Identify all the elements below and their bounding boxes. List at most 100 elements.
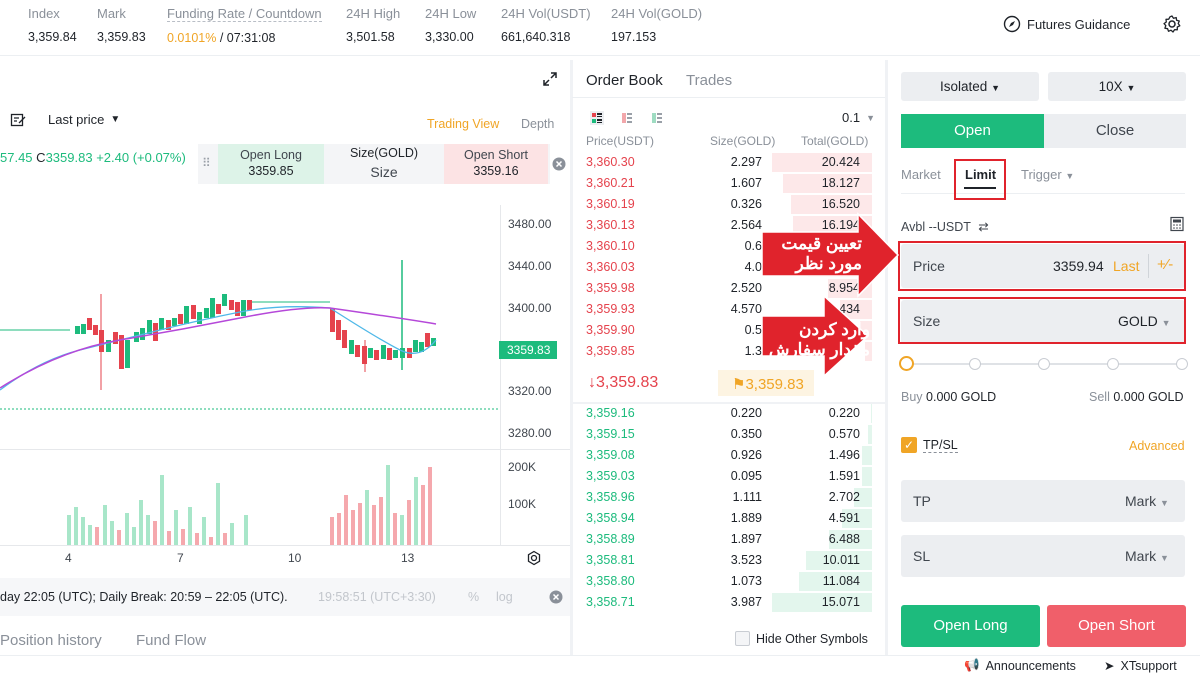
tab-trades[interactable]: Trades	[686, 72, 732, 89]
chart-size-input[interactable]: Size(GOLD) Size	[326, 144, 442, 184]
bid-row[interactable]: 3,358.96 1.111 2.702	[572, 487, 872, 508]
futures-guidance-label[interactable]: Futures Guidance	[1027, 17, 1130, 32]
row-price[interactable]: 3,360.19	[586, 197, 635, 211]
tpsl-label[interactable]: TP/SL	[923, 438, 958, 453]
slider-step-100[interactable]	[1176, 358, 1188, 370]
row-price[interactable]: 3,358.80	[586, 574, 635, 588]
tab-trigger[interactable]: Trigger ▼	[1021, 167, 1074, 182]
row-price[interactable]: 3,359.85	[586, 344, 635, 358]
edit-note-icon[interactable]	[10, 112, 26, 128]
close-tab[interactable]: Close	[1044, 114, 1186, 148]
tp-trigger-label: Mark	[1125, 493, 1157, 509]
margin-mode-select[interactable]: Isolated ▼	[901, 72, 1039, 101]
leverage-select[interactable]: 10X ▼	[1048, 72, 1186, 101]
precision-select[interactable]: 0.1 ▼	[842, 110, 875, 125]
tp-trigger-select[interactable]: Mark ▼	[1125, 493, 1169, 509]
slider-step-50[interactable]	[1038, 358, 1050, 370]
row-price[interactable]: 3,359.03	[586, 469, 635, 483]
support-link[interactable]: ➤ XTsupport	[1104, 658, 1177, 674]
percent-toggle[interactable]: %	[468, 590, 479, 604]
bid-row[interactable]: 3,358.81 3.523 10.011	[572, 550, 872, 571]
bid-row[interactable]: 3,359.03 0.095 1.591	[572, 466, 872, 487]
expand-icon[interactable]	[543, 72, 557, 86]
price-type-select[interactable]: Last price ▼	[48, 112, 120, 127]
tp-input[interactable]: TP Mark ▼	[901, 480, 1185, 522]
bid-row[interactable]: 3,359.15 0.350 0.570	[572, 424, 872, 445]
tab-position-history[interactable]: Position history	[0, 632, 102, 649]
advanced-link[interactable]: Advanced	[1129, 439, 1185, 453]
futures-guidance-link[interactable]: Futures Guidance	[1003, 14, 1130, 34]
row-price[interactable]: 3,358.96	[586, 490, 635, 504]
row-price[interactable]: 3,358.89	[586, 532, 635, 546]
ask-row[interactable]: 3,360.30 2.297 20.424	[572, 152, 872, 173]
precision-value[interactable]: 0.1	[842, 110, 860, 125]
sl-input[interactable]: SL Mark ▼	[901, 535, 1185, 577]
sl-trigger-label: Mark	[1125, 548, 1157, 564]
open-tab[interactable]: Open	[901, 114, 1044, 148]
sl-trigger-select[interactable]: Mark ▼	[1125, 548, 1169, 564]
open-long-button[interactable]: Open Long	[901, 605, 1040, 647]
row-price[interactable]: 3,358.71	[586, 595, 635, 609]
funding-label[interactable]: Funding Rate / Countdown	[167, 6, 322, 22]
row-total: 6.488	[828, 532, 860, 546]
tab-order-book[interactable]: Order Book	[586, 72, 663, 89]
row-price[interactable]: 3,359.16	[586, 406, 635, 420]
row-price[interactable]: 3,360.21	[586, 176, 635, 190]
transfer-icon[interactable]: ⇄	[978, 220, 988, 234]
row-price[interactable]: 3,358.81	[586, 553, 635, 567]
bid-row[interactable]: 3,358.89 1.897 6.488	[572, 529, 872, 550]
candle	[184, 306, 189, 324]
tab-fund-flow[interactable]: Fund Flow	[136, 632, 206, 649]
gear-icon[interactable]	[1162, 14, 1182, 34]
layout-bids-icon[interactable]	[650, 111, 664, 125]
close-icon[interactable]	[552, 157, 566, 171]
row-price[interactable]: 3,360.30	[586, 155, 635, 169]
bid-row[interactable]: 3,359.16 0.220 0.220	[572, 403, 872, 424]
slider-step-25[interactable]	[969, 358, 981, 370]
row-size: 0.095	[730, 469, 762, 483]
chart-open-short-button[interactable]: Open Short 3359.16	[444, 144, 548, 184]
trading-view-tab[interactable]: Trading View	[427, 117, 499, 131]
row-price[interactable]: 3,359.08	[586, 448, 635, 462]
layout-asks-icon[interactable]	[620, 111, 634, 125]
checkbox-box[interactable]	[735, 631, 750, 646]
tab-market[interactable]: Market	[901, 167, 941, 182]
hide-other-symbols-label[interactable]: Hide Other Symbols	[756, 632, 868, 646]
bid-row[interactable]: 3,358.71 3.987 15.071	[572, 592, 872, 613]
row-price[interactable]: 3,359.93	[586, 302, 635, 316]
candlestick-chart[interactable]	[0, 190, 500, 450]
row-price[interactable]: 3,359.90	[586, 323, 635, 337]
available-balance: Avbl --USDT ⇄	[901, 219, 989, 234]
chart-open-long-button[interactable]: Open Long 3359.85	[218, 144, 324, 184]
row-price[interactable]: 3,358.94	[586, 511, 635, 525]
row-price[interactable]: 3,360.10	[586, 239, 635, 253]
close-icon[interactable]	[549, 590, 563, 604]
checkmark-icon[interactable]: ✓	[901, 437, 917, 453]
log-toggle[interactable]: log	[496, 590, 513, 604]
tpsl-checkbox[interactable]: ✓ TP/SL	[901, 437, 958, 453]
current-price-tag: 3359.83	[499, 341, 557, 359]
support-label[interactable]: XTsupport	[1120, 659, 1176, 673]
calculator-icon[interactable]	[1169, 216, 1185, 232]
announcements-label[interactable]: Announcements	[986, 659, 1076, 673]
funding-stat[interactable]: Funding Rate / Countdown 0.0101% / 07:31…	[167, 6, 322, 45]
row-price[interactable]: 3,360.13	[586, 218, 635, 232]
price-type-label[interactable]: Last price	[48, 112, 104, 127]
slider-step-75[interactable]	[1107, 358, 1119, 370]
hide-other-symbols-checkbox[interactable]: Hide Other Symbols	[735, 631, 868, 646]
layout-both-icon[interactable]	[590, 111, 604, 125]
depth-tab[interactable]: Depth	[521, 117, 554, 131]
row-price[interactable]: 3,359.98	[586, 281, 635, 295]
bid-row[interactable]: 3,358.94 1.889 4.591	[572, 508, 872, 529]
settings-icon[interactable]	[526, 550, 542, 566]
bid-row[interactable]: 3,359.08 0.926 1.496	[572, 445, 872, 466]
candle	[235, 302, 240, 316]
drag-handle-icon[interactable]: ⠿	[202, 156, 211, 170]
row-price[interactable]: 3,360.03	[586, 260, 635, 274]
announcements-link[interactable]: 📢 Announcements	[964, 658, 1076, 673]
row-price[interactable]: 3,359.15	[586, 427, 635, 441]
bid-row[interactable]: 3,358.80 1.073 11.084	[572, 571, 872, 592]
ask-row[interactable]: 3,360.21 1.607 18.127	[572, 173, 872, 194]
open-short-button[interactable]: Open Short	[1047, 605, 1186, 647]
utc-time[interactable]: 19:58:51 (UTC+3:30)	[318, 590, 436, 604]
